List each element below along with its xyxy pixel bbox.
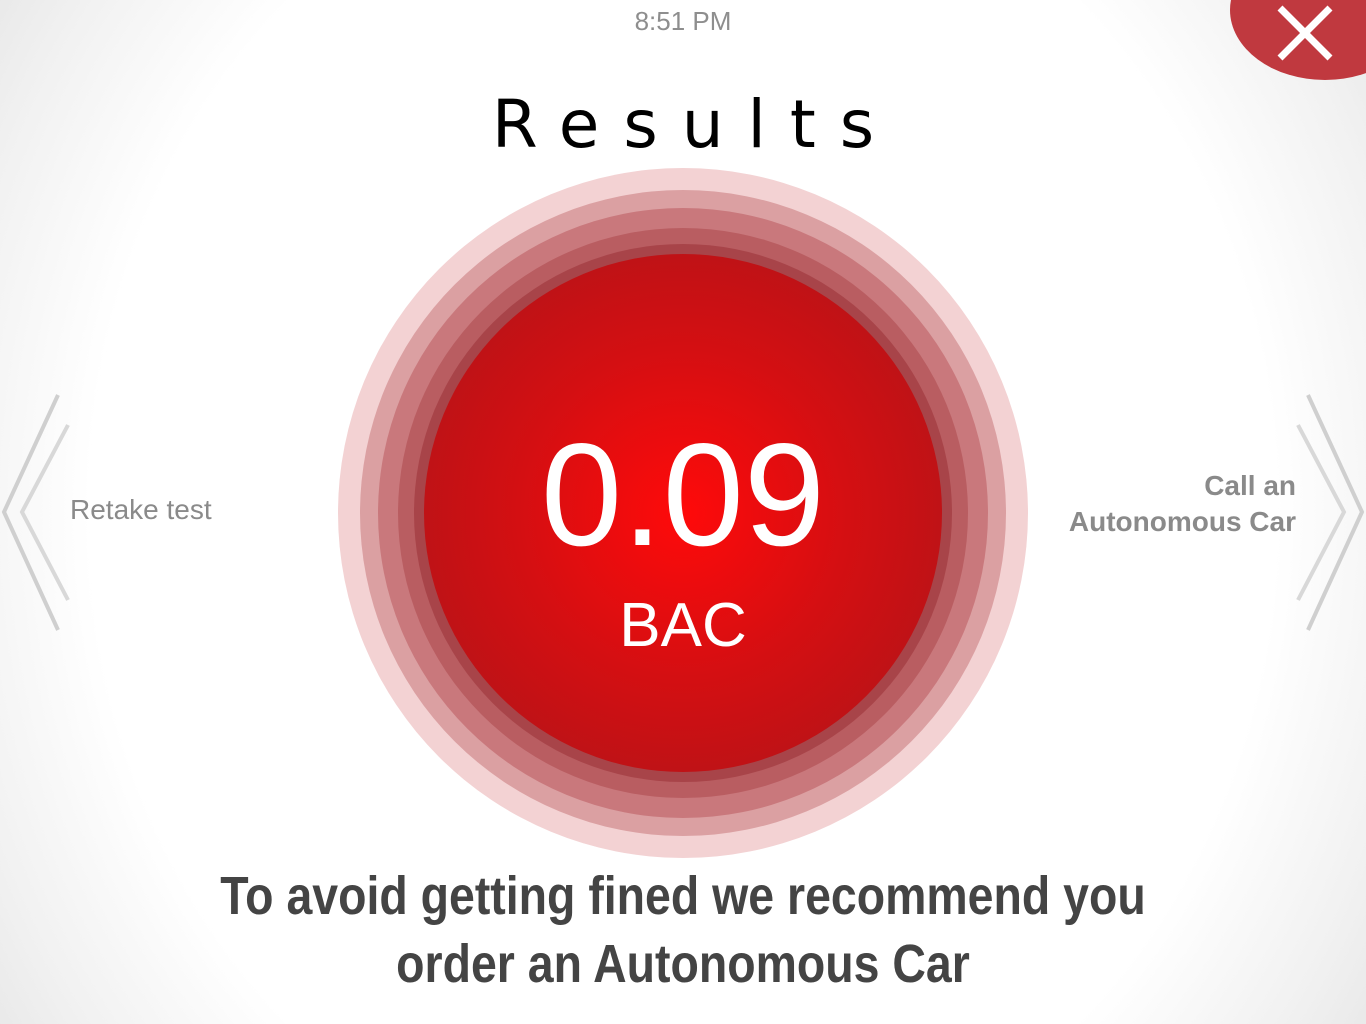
page-title: Results: [491, 86, 899, 163]
call-autonomous-car-label: Call an Autonomous Car: [1069, 468, 1296, 540]
close-button[interactable]: [1230, 0, 1366, 80]
retake-test-label: Retake test: [70, 494, 212, 525]
call-label-line1: Call an: [1204, 470, 1296, 501]
recommendation-message: To avoid getting fined we recommend you …: [96, 862, 1271, 998]
recommendation-line2: order an Autonomous Car: [396, 934, 970, 994]
retake-test-button[interactable]: Retake test: [0, 390, 260, 635]
call-label-line2: Autonomous Car: [1068, 506, 1296, 537]
status-time: 8:51 PM: [634, 6, 732, 36]
call-autonomous-car-button[interactable]: Call an Autonomous Car: [1040, 390, 1366, 635]
double-chevron-left-icon: [1, 394, 70, 631]
double-chevron-right-icon: [1296, 394, 1365, 631]
recommendation-line1: To avoid getting fined we recommend you: [220, 866, 1146, 926]
